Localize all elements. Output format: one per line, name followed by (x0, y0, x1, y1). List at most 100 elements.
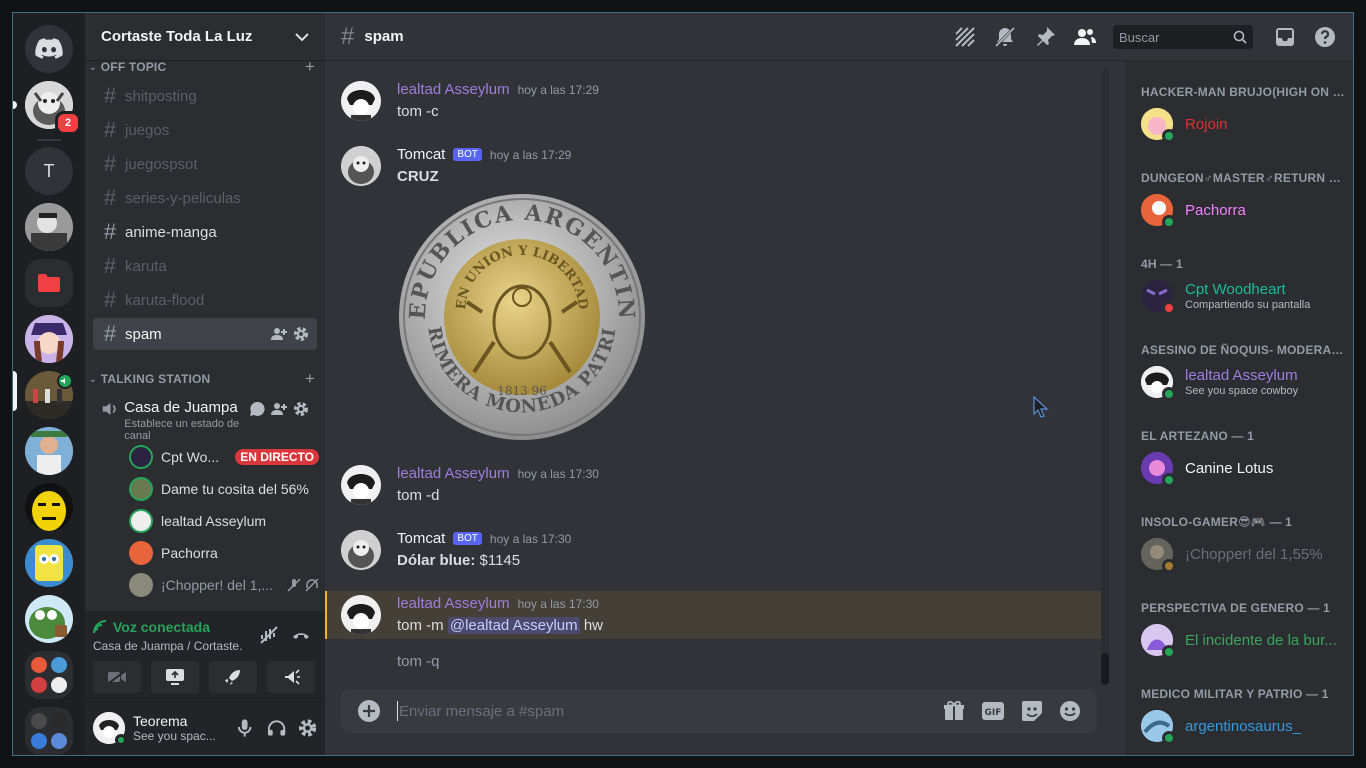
member-name: Rojoin (1185, 115, 1228, 133)
member-item[interactable]: El incidente de la bur... (1141, 619, 1353, 661)
message-author[interactable]: lealtad Asseylum (397, 81, 510, 98)
gif-icon[interactable]: GIF (981, 701, 1005, 721)
coin-image[interactable]: REPUBLICA ARGENTINA PRIMERA MONEDA PATRI… (397, 192, 647, 442)
member-item[interactable]: Canine Lotus (1141, 447, 1353, 489)
gear-icon[interactable] (293, 326, 309, 342)
threads-icon[interactable] (953, 25, 977, 49)
activities-button[interactable] (209, 661, 257, 693)
user-avatar[interactable] (93, 712, 127, 746)
server-icon-t[interactable]: T (25, 147, 73, 195)
channel-series-y-peliculas[interactable]: # series-y-peliculas (93, 182, 317, 214)
voice-user[interactable]: Dame tu cosita del 56% (129, 475, 319, 503)
message-author[interactable]: lealtad Asseylum (397, 595, 510, 612)
channel-anime-manga[interactable]: # anime-manga (93, 216, 317, 248)
message[interactable]: lealtad Asseylum hoy a las 17:30 tom -d (325, 465, 1109, 515)
message-avatar[interactable] (341, 146, 381, 186)
notifications-muted-icon[interactable] (993, 25, 1017, 49)
voice-user[interactable]: Pachorra (129, 539, 319, 567)
channel-status-hint[interactable]: Establece un estado de canal (124, 418, 249, 442)
message-author[interactable]: Tomcat (397, 530, 445, 547)
message-input[interactable]: Enviar mensaje a #spam (397, 689, 943, 733)
voice-channel-casa-de-juampa[interactable]: Casa de Juampa Establece un estado de ca… (93, 393, 317, 442)
gear-icon[interactable] (293, 401, 309, 417)
member-avatar (1141, 108, 1176, 143)
invite-user-icon[interactable] (271, 326, 287, 342)
category-talking-station[interactable]: ⌄ TALKING STATION + (89, 369, 315, 389)
user-mention[interactable]: @lealtad Asseylum (447, 617, 580, 634)
chat-scrollbar-track[interactable] (1101, 69, 1109, 685)
search-input[interactable]: Buscar (1113, 25, 1253, 49)
headphones-icon[interactable] (267, 719, 286, 737)
noise-suppression-icon[interactable] (259, 625, 279, 645)
server-icon-frog[interactable] (25, 595, 73, 643)
server-folder-apps[interactable] (25, 651, 73, 699)
voice-user[interactable]: lealtad Asseylum (129, 507, 319, 535)
microphone-icon[interactable] (237, 718, 252, 738)
server-icon-sponge[interactable] (25, 539, 73, 587)
member-item[interactable]: Pachorra (1141, 189, 1353, 231)
anime-girl-icon (25, 315, 73, 363)
user-info[interactable]: Teorema See you spac... (133, 713, 217, 743)
share-screen-button[interactable] (151, 661, 199, 693)
message[interactable]: Tomcat BOT hoy a las 17:30 Dólar blue: $11… (325, 530, 1109, 580)
create-channel-plus-icon[interactable]: + (305, 369, 315, 389)
hash-icon: # (103, 185, 117, 210)
message[interactable]: lealtad Asseylum hoy a las 17:29 tom -c (325, 81, 1109, 131)
category-label: OFF TOPIC (100, 60, 167, 74)
member-item[interactable]: argentinosaurus_ (1141, 705, 1353, 747)
voice-user[interactable]: ¡Chopper! del 1,... (129, 571, 319, 599)
message-avatar[interactable] (341, 530, 381, 570)
voice-user[interactable]: Cpt Wo... EN DIRECTO (129, 443, 319, 471)
message[interactable]: Tomcat BOT hoy a las 17:29 CRUZ EPUBLICA… (325, 146, 1109, 456)
server-folder-games[interactable] (25, 707, 73, 755)
message-timestamp: hoy a las 17:29 (517, 83, 599, 97)
scrollbar-thumb[interactable] (1101, 653, 1109, 685)
message-author[interactable]: lealtad Asseylum (397, 465, 510, 482)
member-item[interactable]: Rojoin (1141, 103, 1353, 145)
user-settings-gear-icon[interactable] (298, 718, 317, 738)
inbox-icon[interactable] (1273, 25, 1297, 49)
channel-juegospsot[interactable]: # juegospsot (93, 148, 317, 180)
message-avatar[interactable] (341, 595, 381, 635)
message-author[interactable]: Tomcat (397, 146, 445, 163)
create-channel-plus-icon[interactable]: + (305, 57, 315, 77)
discord-home-button[interactable] (25, 25, 73, 73)
voice-status[interactable]: Voz conectada (93, 619, 210, 635)
member-item[interactable]: Cpt Woodheart Compartiendo su pantalla (1141, 275, 1353, 317)
man-photo-icon (25, 427, 73, 475)
member-item[interactable]: ¡Chopper! del 1,55% (1141, 533, 1353, 575)
emoji-icon[interactable] (1059, 700, 1081, 722)
pinned-messages-icon[interactable] (1033, 25, 1057, 49)
message-avatar[interactable] (341, 81, 381, 121)
message-avatar[interactable] (341, 465, 381, 505)
member-item[interactable]: lealtad Asseylum See you space cowboy (1141, 361, 1353, 403)
message-mention-highlight[interactable]: lealtad Asseylum hoy a las 17:30 tom -m @… (325, 591, 1109, 639)
role-header: DUNGEON♂MASTER♂RETURN — 1 (1141, 171, 1349, 185)
channel-label: juegos (125, 121, 170, 139)
voice-location[interactable]: Casa de Juampa / Cortaste... (93, 639, 243, 653)
member-list-icon[interactable] (1073, 25, 1097, 49)
member-list: HACKER-MAN BRUJO(HIGH ON DU... Rojoin DU… (1125, 61, 1353, 755)
help-icon[interactable] (1313, 25, 1337, 49)
server-icon-anime[interactable] (25, 315, 73, 363)
sticker-icon[interactable] (1021, 700, 1043, 722)
channel-juegos[interactable]: # juegos (93, 114, 317, 146)
camera-off-button[interactable] (93, 661, 141, 693)
server-folder[interactable] (25, 259, 73, 307)
chat-bubble-icon[interactable] (249, 401, 265, 417)
invite-user-icon[interactable] (271, 401, 287, 417)
server-icon-yellow[interactable] (25, 483, 73, 531)
server-icon-photo[interactable] (25, 203, 73, 251)
channel-karuta[interactable]: # karuta (93, 250, 317, 282)
channel-shitposting[interactable]: # shitposting (93, 80, 317, 112)
gift-icon[interactable] (943, 700, 965, 722)
guild-header[interactable]: Cortaste Toda La Luz (85, 13, 325, 61)
add-attachment-icon[interactable] (357, 699, 381, 723)
disconnect-icon[interactable] (291, 627, 311, 643)
channel-spam[interactable]: # spam (93, 318, 317, 350)
soundboard-button[interactable] (267, 661, 315, 693)
category-off-topic[interactable]: ⌄ OFF TOPIC + (89, 57, 315, 77)
channel-label: shitposting (125, 87, 197, 105)
channel-karuta-flood[interactable]: # karuta-flood (93, 284, 317, 316)
server-icon-man[interactable] (25, 427, 73, 475)
